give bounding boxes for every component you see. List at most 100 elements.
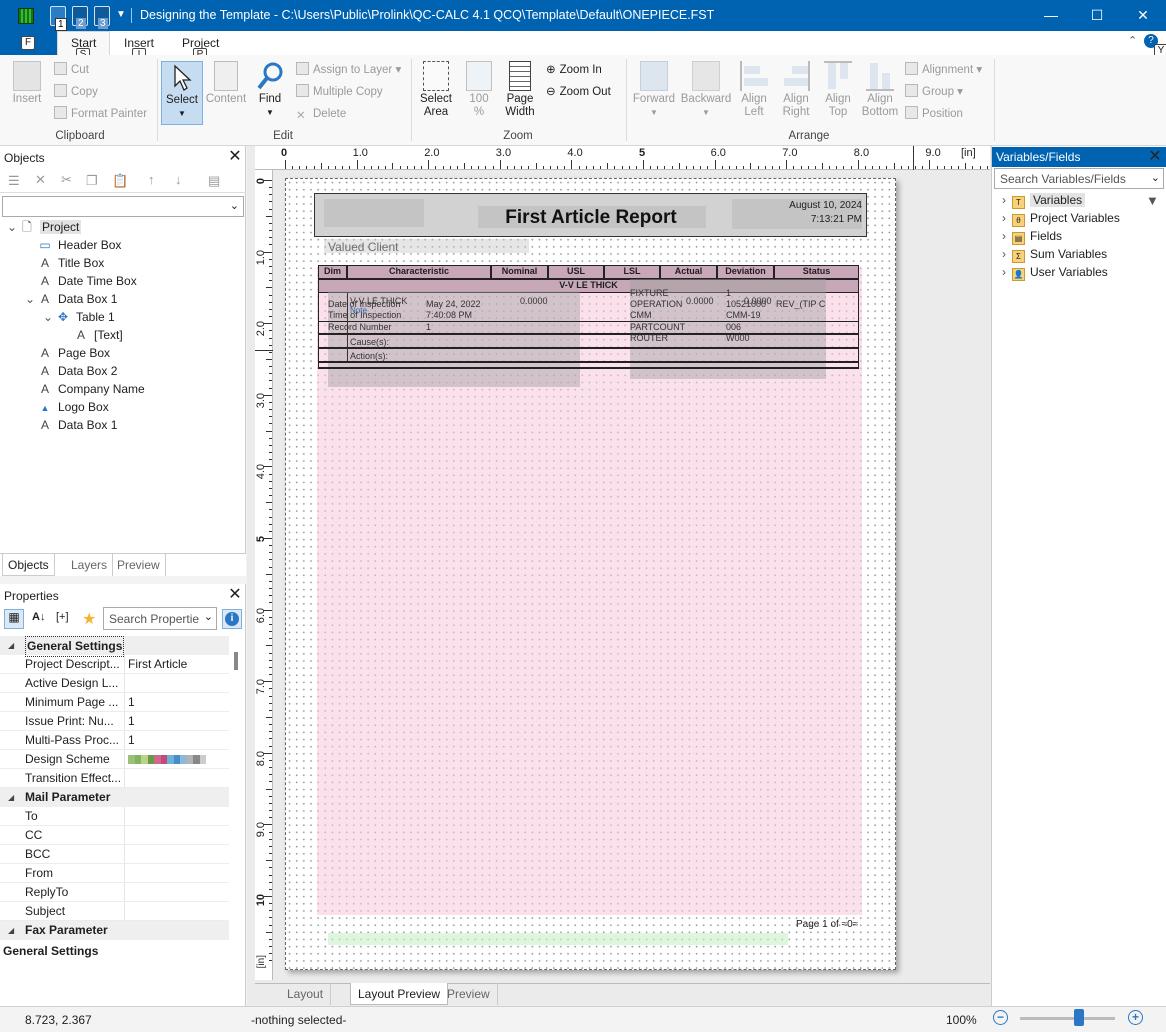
layout-tab-1[interactable]: Layout Preview bbox=[350, 983, 449, 1005]
design-scheme-swatches[interactable] bbox=[128, 755, 206, 764]
property-row[interactable]: Project Descript... First Article bbox=[0, 655, 229, 674]
report-date[interactable]: August 10, 2024 bbox=[756, 200, 862, 211]
object-tree-item[interactable]: A Data Box 1 bbox=[0, 416, 246, 434]
objects-tab-layers[interactable]: Layers bbox=[66, 554, 114, 576]
copy-button[interactable]: Copy bbox=[54, 83, 98, 101]
properties-icon[interactable]: ☰ bbox=[8, 173, 20, 189]
object-tree-item[interactable]: ▭ Header Box bbox=[0, 236, 246, 254]
object-tree-item[interactable]: A Date Time Box bbox=[0, 272, 246, 290]
horizontal-ruler[interactable]: 0 1.0 2.0 3.0 4.0 5 6.0 7.0 8.0 9.0 [in] bbox=[255, 146, 995, 170]
properties-panel-close-icon[interactable]: ✕ bbox=[227, 586, 243, 604]
multiple-copy-button[interactable]: Multiple Copy bbox=[296, 83, 383, 101]
maximize-button[interactable]: ☐ bbox=[1074, 0, 1120, 31]
align-top-button[interactable]: Align Top bbox=[818, 61, 858, 119]
chevron-right-icon[interactable]: › bbox=[998, 227, 1010, 245]
info-icon[interactable]: i bbox=[222, 609, 242, 629]
object-tree-item[interactable]: A [Text] bbox=[0, 326, 246, 344]
alignment-button[interactable]: Alignment ▾ bbox=[905, 61, 982, 79]
copy-icon[interactable]: ❐ bbox=[86, 173, 98, 189]
property-section[interactable]: ◢ Mail Parameter bbox=[0, 788, 229, 807]
categorized-icon[interactable]: ▦ bbox=[4, 609, 24, 629]
report-time[interactable]: 7:13:21 PM bbox=[756, 214, 862, 225]
property-value[interactable]: First Article bbox=[128, 655, 187, 674]
property-row[interactable]: Transition Effect... bbox=[0, 769, 229, 788]
delete-icon[interactable]: ✕ bbox=[35, 172, 46, 188]
variables-search-input[interactable]: Search Variables/Fields ⌄ bbox=[994, 168, 1164, 189]
cut-icon[interactable]: ✂ bbox=[61, 172, 72, 188]
property-value[interactable]: 1 bbox=[128, 693, 135, 712]
object-tree-item[interactable]: A Data Box 2 bbox=[0, 362, 246, 380]
object-tree-item[interactable]: A Page Box bbox=[0, 344, 246, 362]
insert-button[interactable]: Insert bbox=[6, 61, 48, 106]
layout-tab-0[interactable]: Layout bbox=[280, 983, 332, 1005]
qat-customize-icon[interactable]: ▼ bbox=[116, 9, 126, 20]
zoom-100-button[interactable]: 100% bbox=[460, 61, 498, 119]
select-area-button[interactable]: Select Area bbox=[416, 61, 456, 119]
variables-panel-close-icon[interactable]: ✕ bbox=[1147, 148, 1163, 166]
report-title[interactable]: First Article Report bbox=[456, 207, 726, 229]
table-header-row[interactable]: Dim Characteristic Nominal USL LSL Actual Devi… bbox=[318, 265, 859, 279]
property-row[interactable]: ReplyTo bbox=[0, 883, 229, 902]
collapse-triangle-icon[interactable]: ◢ bbox=[8, 921, 14, 940]
object-tree-item[interactable]: ⌄ 🗋 Project bbox=[0, 218, 246, 236]
object-tree-item[interactable]: A Company Name bbox=[0, 380, 246, 398]
layout-tab-2[interactable]: Preview bbox=[440, 983, 498, 1005]
objects-panel-close-icon[interactable]: ✕ bbox=[227, 148, 243, 166]
group-button[interactable]: Group ▾ bbox=[905, 83, 963, 101]
zoom-slider-thumb[interactable] bbox=[1073, 1009, 1084, 1026]
find-button[interactable]: Find ▼ bbox=[250, 61, 290, 119]
objects-tab-objects[interactable]: Objects bbox=[2, 554, 55, 576]
assign-to-layer-button[interactable]: Assign to Layer ▾ bbox=[296, 61, 401, 79]
object-tree-item[interactable]: ⌄ ✥ Table 1 bbox=[0, 308, 246, 326]
property-scrollbar[interactable] bbox=[234, 652, 238, 670]
column-header[interactable]: Dim bbox=[318, 265, 347, 279]
zoom-out-button[interactable]: ⊖ Zoom Out bbox=[546, 83, 611, 101]
expand-all-icon[interactable]: [+] bbox=[56, 611, 69, 623]
property-row[interactable]: Issue Print: Nu... 1 bbox=[0, 712, 229, 731]
select-button[interactable]: Select ▼ bbox=[161, 61, 203, 125]
property-row[interactable]: CC bbox=[0, 826, 229, 845]
forward-button[interactable]: Forward ▼ bbox=[630, 61, 678, 119]
zoom-out-circle-icon[interactable]: − bbox=[993, 1010, 1008, 1025]
property-row[interactable]: Minimum Page ... 1 bbox=[0, 693, 229, 712]
expand-chevron-icon[interactable]: ⌄ bbox=[42, 308, 54, 326]
paste-icon[interactable]: 📋 bbox=[112, 173, 128, 189]
align-right-button[interactable]: Align Right bbox=[776, 61, 816, 119]
property-value[interactable]: 1 bbox=[128, 731, 135, 750]
zoom-in-circle-icon[interactable]: + bbox=[1128, 1010, 1143, 1025]
logo-box[interactable] bbox=[324, 199, 424, 227]
filter-icon[interactable]: ▼ bbox=[1146, 193, 1159, 208]
property-section[interactable]: ◢ Fax Parameter bbox=[0, 921, 229, 940]
variables-tree-item[interactable]: › θ Project Variables bbox=[992, 209, 1142, 227]
column-header[interactable]: Nominal bbox=[491, 265, 548, 279]
cut-button[interactable]: Cut bbox=[54, 61, 89, 79]
vertical-ruler[interactable]: 0 1.0 2.0 3.0 4.0 5 6.0 7.0 8.0 9.0 10 [in] bbox=[255, 170, 273, 980]
property-row[interactable]: To bbox=[0, 807, 229, 826]
expand-chevron-icon[interactable]: ⌄ bbox=[6, 218, 18, 236]
page-box[interactable]: Page 1 of ≈0≈ bbox=[796, 919, 858, 930]
column-header[interactable]: Status bbox=[774, 265, 859, 279]
variables-tree-item[interactable]: › ▤ Fields bbox=[992, 227, 1142, 245]
column-header[interactable]: Actual bbox=[660, 265, 717, 279]
property-row[interactable]: Active Design L... bbox=[0, 674, 229, 693]
data-box-2-area[interactable] bbox=[328, 933, 788, 945]
align-bottom-button[interactable]: Align Bottom bbox=[858, 61, 902, 119]
property-row[interactable]: BCC bbox=[0, 845, 229, 864]
chevron-right-icon[interactable]: › bbox=[998, 263, 1010, 281]
property-section[interactable]: ◢ General Settings bbox=[0, 636, 229, 657]
object-tree-item[interactable]: ⌄ A Data Box 1 bbox=[0, 290, 246, 308]
collapse-ribbon-icon[interactable]: ⌃ bbox=[1128, 34, 1137, 47]
collapse-triangle-icon[interactable]: ◢ bbox=[8, 788, 14, 807]
move-up-icon[interactable]: ↑ bbox=[148, 172, 155, 187]
objects-tab-preview[interactable]: Preview bbox=[112, 554, 166, 576]
property-value[interactable]: 1 bbox=[128, 712, 135, 731]
format-painter-button[interactable]: Format Painter bbox=[54, 105, 147, 123]
page-width-button[interactable]: Page Width bbox=[500, 61, 540, 119]
chevron-right-icon[interactable]: › bbox=[998, 209, 1010, 227]
property-row[interactable]: Subject bbox=[0, 902, 229, 921]
zoom-in-button[interactable]: ⊕ Zoom In bbox=[546, 61, 602, 79]
app-icon[interactable] bbox=[18, 8, 34, 24]
design-canvas[interactable]: First Article Report August 10, 2024 7:1… bbox=[273, 170, 990, 980]
align-left-button[interactable]: Align Left bbox=[734, 61, 774, 119]
column-header[interactable]: USL bbox=[548, 265, 604, 279]
